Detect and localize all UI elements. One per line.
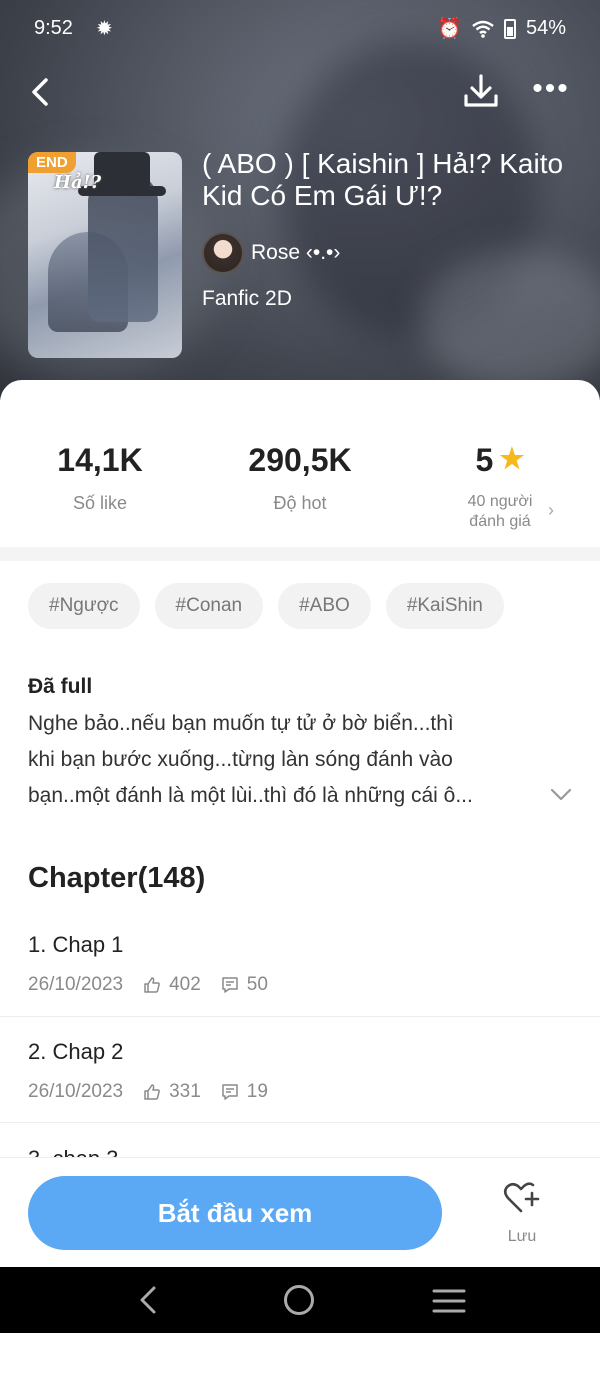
download-icon[interactable] [458, 70, 504, 114]
likes-stat: 14,1K Số like [0, 442, 200, 514]
likes-label: Số like [72, 493, 128, 513]
description-line: bạn..một đánh là một lùi..thì đó là nhữn… [28, 784, 473, 807]
more-icon[interactable]: ••• [528, 74, 574, 110]
tag-chip[interactable]: #Conan [154, 583, 264, 629]
end-badge: END [28, 152, 76, 173]
wifi-icon [472, 20, 494, 38]
rating-count[interactable]: 40 người đánh giá [455, 492, 545, 532]
story-cover: Hả!? [28, 152, 182, 358]
story-title: ( ABO ) [ Kaishin ] Hả!? Kaito Kid Có Em… [202, 148, 564, 211]
chevron-down-icon[interactable] [548, 784, 574, 804]
row-divider [0, 1016, 600, 1017]
likes-value: 14,1K [57, 442, 143, 478]
tag-list: #Ngược #Conan #ABO #KaiShin [28, 583, 504, 629]
star-icon: ★ [499, 443, 525, 474]
back-icon[interactable] [22, 70, 62, 114]
author-name[interactable]: Rose ‹•.•› [251, 241, 340, 265]
description-line: khi bạn bước xuống...từng làn sóng đánh … [28, 748, 453, 771]
thumb-up-icon [144, 977, 160, 993]
comment-icon [222, 1084, 238, 1100]
comment-icon [222, 977, 238, 993]
section-divider [0, 547, 600, 561]
battery-level: 54% [525, 17, 566, 39]
chapter-likes: 331 [169, 1081, 201, 1102]
chapter-date: 26/10/2023 [28, 974, 124, 995]
chapter-heading: Chapter(148) [28, 862, 206, 894]
nav-home-icon[interactable] [284, 1285, 314, 1315]
description-text[interactable]: Nghe bảo..nếu bạn muốn tự tử ở bờ biển..… [28, 706, 548, 814]
cover-title: Hả!? [54, 172, 102, 193]
description-heading: Đã full [28, 675, 93, 698]
chapter-likes: 402 [169, 974, 201, 995]
story-category: Fanfic 2D [202, 287, 292, 310]
row-divider [0, 1122, 600, 1123]
hot-stat: 290,5K Độ hot [200, 442, 400, 514]
tag-chip[interactable]: #Ngược [28, 583, 140, 629]
save-label[interactable]: Lưu [500, 1228, 544, 1246]
tag-chip[interactable]: #ABO [278, 583, 371, 629]
author-avatar[interactable] [202, 232, 244, 274]
status-bar: 9:52 ✹ ⏰ 54% [0, 0, 600, 56]
thumb-up-icon [144, 1084, 160, 1100]
chapter-title: 2. Chap 2 [28, 1039, 124, 1064]
status-time: 9:52 [34, 17, 73, 39]
chapter-meta: 26/10/2023 402 50 [28, 974, 268, 996]
nav-recents-icon[interactable] [432, 1288, 466, 1314]
battery-icon [503, 18, 516, 39]
chapter-title: 1. Chap 1 [28, 932, 124, 957]
chapter-meta: 26/10/2023 331 19 [28, 1081, 268, 1103]
hot-value: 290,5K [248, 442, 352, 478]
rating-value: 5 [475, 442, 494, 478]
chapter-comments: 19 [246, 1081, 268, 1102]
tag-chip[interactable]: #KaiShin [385, 583, 504, 629]
chapter-date: 26/10/2023 [28, 1081, 124, 1102]
start-reading-button[interactable]: Bắt đầu xem [28, 1176, 442, 1250]
description-line: Nghe bảo..nếu bạn muốn tự tử ở bờ biển..… [28, 712, 454, 735]
chevron-right-icon[interactable]: › [548, 500, 554, 521]
nav-back-icon[interactable] [134, 1283, 164, 1317]
chapter-comments: 50 [246, 974, 268, 995]
alarm-icon: ⏰ [437, 18, 462, 40]
notification-icon: ✹ [96, 18, 113, 40]
rating-stat[interactable]: 5 ★ [400, 442, 600, 479]
hot-label: Độ hot [273, 493, 327, 513]
heart-plus-icon[interactable] [502, 1180, 540, 1216]
